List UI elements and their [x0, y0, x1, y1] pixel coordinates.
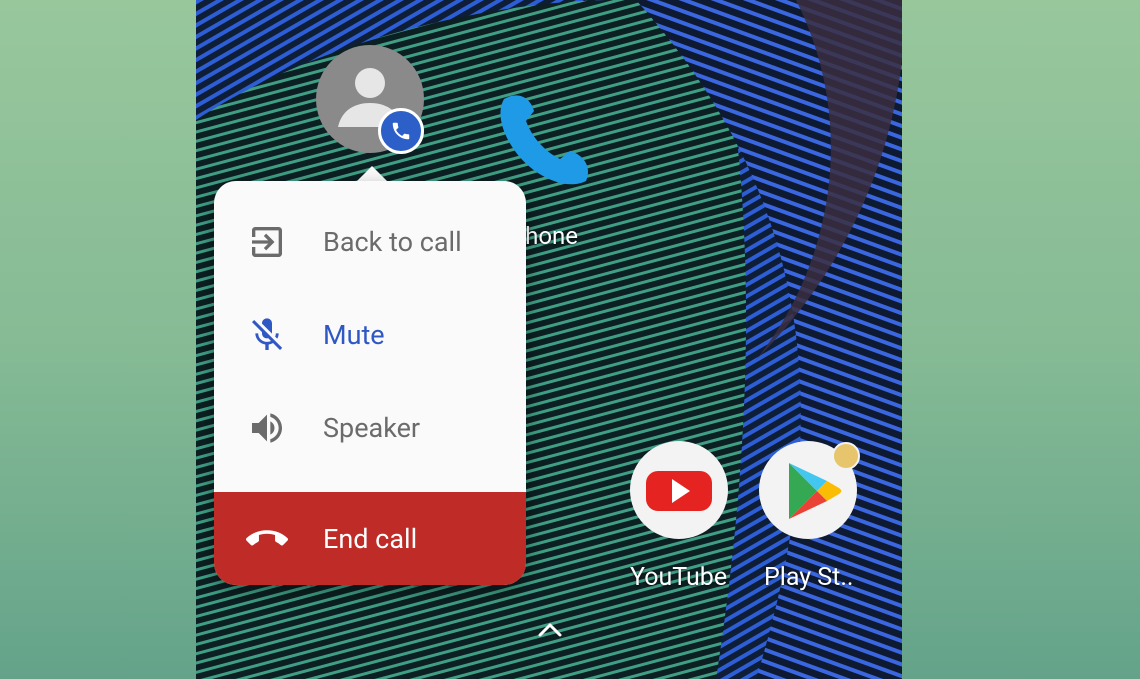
popup-pointer	[356, 166, 388, 182]
phone-app-icon[interactable]	[496, 85, 606, 195]
call-shortcut-menu: Back to call Mute Speaker End call	[214, 181, 526, 585]
notification-dot	[832, 442, 860, 470]
youtube-label: YouTube	[630, 563, 728, 592]
exit-to-app-icon	[246, 221, 288, 263]
end-call-label: End call	[323, 522, 418, 555]
call-end-icon	[246, 518, 288, 560]
speaker-menu-item[interactable]: Speaker	[214, 381, 526, 474]
play-store-label: Play St..	[764, 563, 854, 592]
youtube-icon	[646, 471, 712, 511]
phone-screen: Phone Gmail Photos Back to call Mute	[196, 0, 902, 679]
speaker-label: Speaker	[323, 411, 421, 444]
back-to-call-menu-item[interactable]: Back to call	[214, 195, 526, 288]
background-left	[0, 0, 196, 679]
youtube-app[interactable]	[630, 441, 728, 539]
chevron-up-icon[interactable]	[537, 620, 563, 640]
mute-label: Mute	[323, 318, 385, 351]
mute-menu-item[interactable]: Mute	[214, 288, 526, 381]
back-to-call-label: Back to call	[323, 225, 462, 258]
call-badge-icon	[378, 108, 424, 154]
end-call-menu-item[interactable]: End call	[214, 492, 526, 585]
mic-off-icon	[246, 314, 288, 356]
background-right	[902, 0, 1140, 679]
volume-up-icon	[246, 407, 288, 449]
